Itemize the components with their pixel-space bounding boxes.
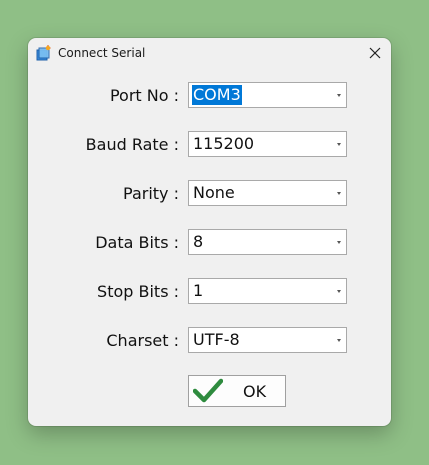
port-no-select[interactable]: COM3 bbox=[188, 82, 347, 108]
serial-port-app-icon bbox=[35, 45, 51, 61]
stop-bits-select[interactable]: 1 bbox=[188, 278, 347, 304]
charset-select[interactable]: UTF-8 bbox=[188, 327, 347, 353]
chevron-down-icon bbox=[337, 241, 341, 244]
close-button[interactable] bbox=[364, 44, 386, 62]
charset-label: Charset : bbox=[106, 331, 179, 350]
chevron-down-icon bbox=[337, 290, 341, 293]
baud-rate-value: 115200 bbox=[193, 134, 255, 153]
data-bits-select[interactable]: 8 bbox=[188, 229, 347, 255]
parity-select[interactable]: None bbox=[188, 180, 347, 206]
stop-bits-label: Stop Bits : bbox=[97, 282, 179, 301]
baud-rate-label: Baud Rate : bbox=[85, 135, 179, 154]
chevron-down-icon bbox=[337, 339, 341, 342]
ok-button[interactable]: OK bbox=[188, 375, 286, 407]
data-bits-label: Data Bits : bbox=[95, 233, 179, 252]
chevron-down-icon bbox=[337, 94, 341, 97]
dialog-title: Connect Serial bbox=[58, 46, 146, 60]
port-no-value: COM3 bbox=[192, 85, 242, 105]
close-icon bbox=[369, 47, 381, 59]
ok-button-label: OK bbox=[243, 382, 267, 401]
stop-bits-value: 1 bbox=[193, 281, 204, 300]
parity-value: None bbox=[193, 183, 235, 202]
chevron-down-icon bbox=[337, 192, 341, 195]
baud-rate-select[interactable]: 115200 bbox=[188, 131, 347, 157]
title-bar: Connect Serial bbox=[28, 38, 391, 68]
parity-label: Parity : bbox=[123, 184, 179, 203]
checkmark-icon bbox=[192, 378, 224, 408]
port-no-label: Port No : bbox=[109, 86, 179, 105]
connect-serial-dialog: Connect Serial Port No : COM3 Baud Rate … bbox=[28, 38, 391, 426]
charset-value: UTF-8 bbox=[193, 330, 240, 349]
data-bits-value: 8 bbox=[193, 232, 204, 251]
chevron-down-icon bbox=[337, 143, 341, 146]
